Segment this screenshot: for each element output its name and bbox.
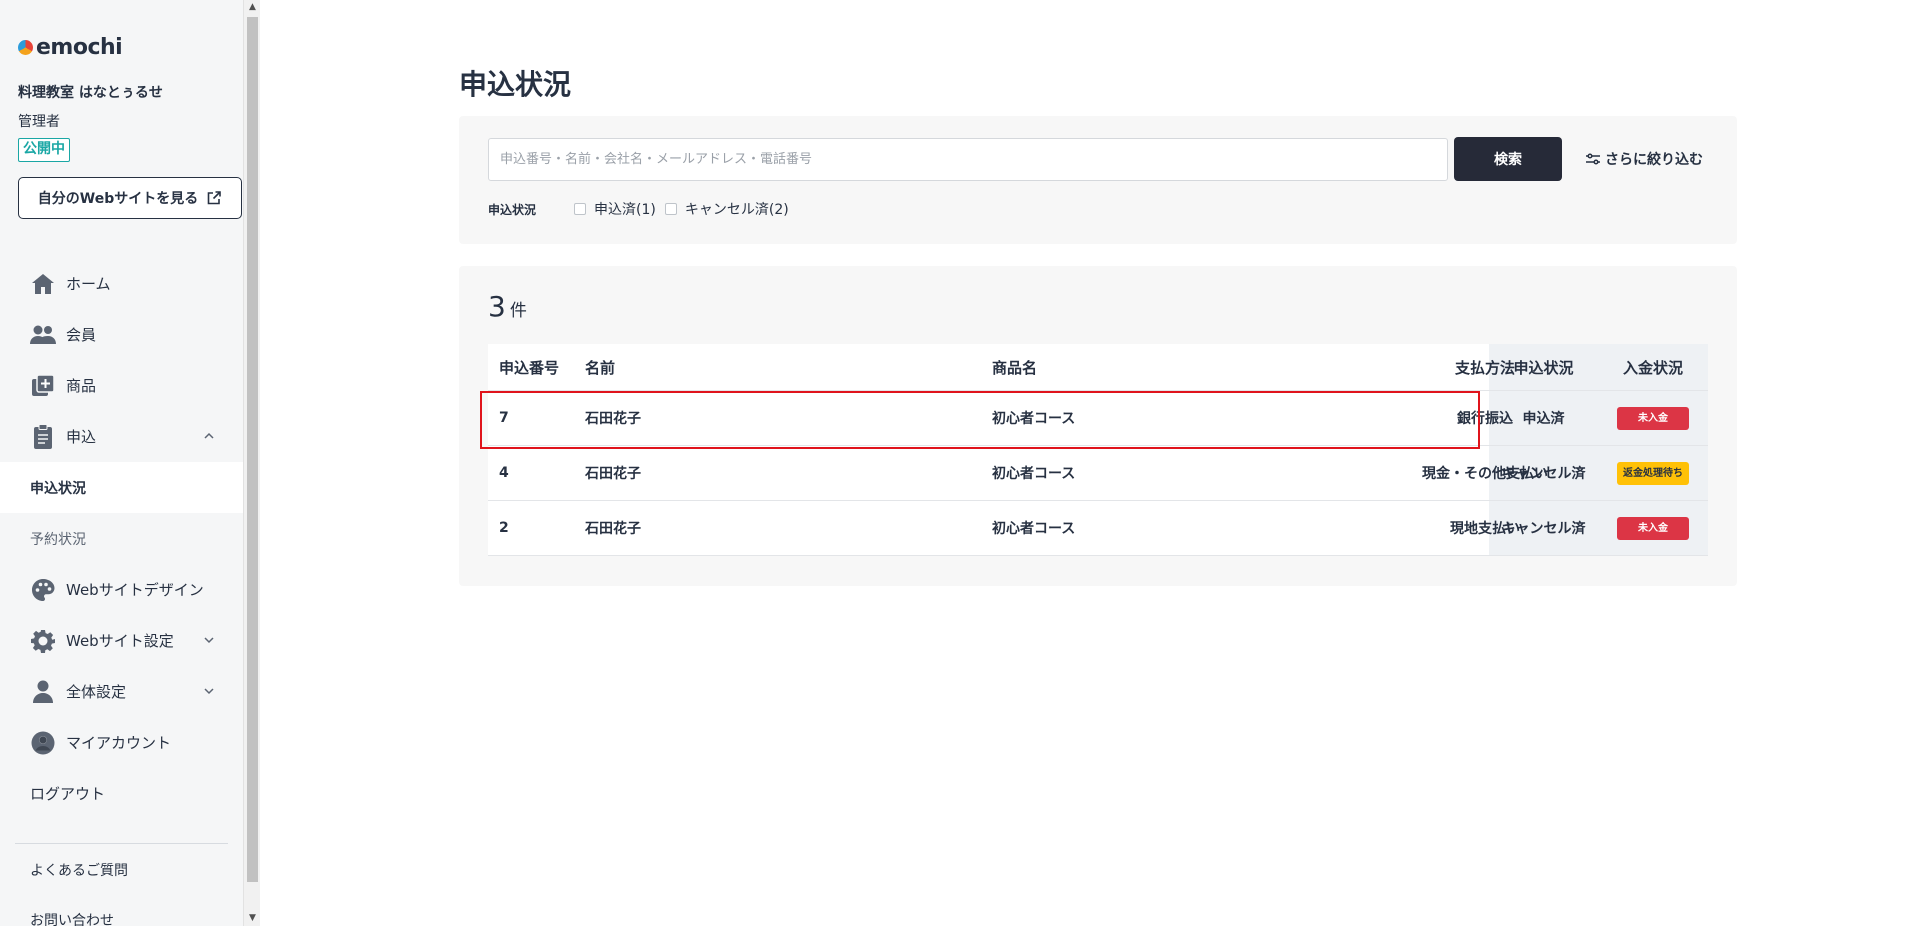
cell-name: 石田花子 xyxy=(585,521,641,537)
sidebar: emochi 料理教室 はなとぅるせ 管理者 公開中 自分のWebサイトを見る … xyxy=(0,0,243,926)
page-title: 申込状況 xyxy=(459,68,572,101)
nav-web-design[interactable]: Webサイトデザイン xyxy=(0,564,243,615)
result-count: 3 件 xyxy=(488,290,527,323)
cell-name: 石田花子 xyxy=(585,466,641,482)
publish-status-badge: 公開中 xyxy=(18,138,70,162)
table-row[interactable]: 7 石田花子 初心者コース 銀行振込 申込済 未入金 xyxy=(488,391,1708,446)
chevron-down-icon[interactable] xyxy=(203,685,215,697)
nav-global-settings[interactable]: 全体設定 xyxy=(0,666,243,717)
nav-members-label: 会員 xyxy=(66,326,97,344)
cell-app-status: 申込済 xyxy=(1522,411,1565,427)
scroll-down-arrow-icon[interactable]: ▼ xyxy=(244,911,261,926)
nav-sub-application-status[interactable]: 申込状況 xyxy=(0,462,243,513)
header-product[interactable]: 商品名 xyxy=(992,357,1037,378)
nav-applications[interactable]: 申込 xyxy=(0,411,243,462)
deposit-status-badge: 未入金 xyxy=(1617,406,1689,430)
cell-id: 4 xyxy=(499,465,509,481)
nav-members[interactable]: 会員 xyxy=(0,309,243,360)
user-role: 管理者 xyxy=(18,114,60,130)
table-row[interactable]: 2 石田花子 初心者コース 現地支払い キャンセル済 未入金 xyxy=(488,501,1708,556)
cell-deposit-status: 未入金 xyxy=(1598,406,1708,430)
cell-product: 初心者コース xyxy=(992,466,1076,482)
nav-products-label: 商品 xyxy=(66,377,97,395)
search-panel: 検索 さらに絞り込む 申込状況 申込済(1) キャンセル済(2) xyxy=(459,116,1737,244)
result-count-unit: 件 xyxy=(509,301,527,321)
nav-web-settings[interactable]: Webサイト設定 xyxy=(0,615,243,666)
deposit-status-badge: 返金処理待ち xyxy=(1617,461,1689,485)
cell-product: 初心者コース xyxy=(992,521,1076,537)
advanced-filter-link[interactable]: さらに絞り込む xyxy=(1585,149,1703,169)
nav-home-label: ホーム xyxy=(66,275,111,293)
palette-icon xyxy=(30,577,56,603)
view-website-button[interactable]: 自分のWebサイトを見る xyxy=(18,177,242,219)
header-app-status[interactable]: 申込状況 xyxy=(1489,357,1598,378)
checkbox-box[interactable] xyxy=(574,203,587,215)
chevron-up-icon[interactable] xyxy=(203,430,215,442)
add-product-icon xyxy=(30,373,56,399)
cell-product: 初心者コース xyxy=(992,411,1076,427)
nav-logout[interactable]: ログアウト xyxy=(0,768,243,819)
scrollbar-thumb[interactable] xyxy=(247,17,258,882)
nav-web-design-label: Webサイトデザイン xyxy=(66,581,204,599)
search-input[interactable] xyxy=(488,138,1448,181)
result-count-number: 3 xyxy=(488,290,506,323)
person-icon xyxy=(30,679,56,705)
nav-web-settings-label: Webサイト設定 xyxy=(66,632,174,650)
sidebar-divider xyxy=(15,843,228,844)
filter-applied-checkbox[interactable]: 申込済(1) xyxy=(574,199,656,219)
contact-link[interactable]: お問い合わせ xyxy=(30,910,114,926)
status-filter-row: 申込状況 申込済(1) キャンセル済(2) xyxy=(488,199,798,219)
status-filter-label: 申込状況 xyxy=(488,202,537,217)
gear-icon xyxy=(30,628,56,654)
nav-my-account-label: マイアカウント xyxy=(66,734,172,752)
applications-table: 申込番号 名前 商品名 支払方法 申込状況 入金状況 7 石田花子 初心者コース… xyxy=(488,344,1708,556)
cell-name: 石田花子 xyxy=(585,411,641,427)
logo-mark-icon xyxy=(18,40,33,55)
external-link-icon xyxy=(207,191,222,205)
account-circle-icon xyxy=(30,730,56,756)
nav-home[interactable]: ホーム xyxy=(0,258,243,309)
table-row[interactable]: 4 石田花子 初心者コース 現金・その他支払い キャンセル済 返金処理待ち xyxy=(488,446,1708,501)
header-name[interactable]: 名前 xyxy=(585,357,615,378)
header-deposit-status[interactable]: 入金状況 xyxy=(1598,357,1708,378)
cell-deposit-status: 未入金 xyxy=(1598,516,1708,540)
cell-id: 7 xyxy=(499,410,509,426)
nav-sub-reservation-status[interactable]: 予約状況 xyxy=(0,513,243,564)
chevron-down-icon[interactable] xyxy=(203,634,215,646)
nav-global-settings-label: 全体設定 xyxy=(66,683,127,701)
cell-app-status: キャンセル済 xyxy=(1501,521,1586,537)
header-id[interactable]: 申込番号 xyxy=(499,357,559,378)
cell-deposit-status: 返金処理待ち xyxy=(1598,461,1708,485)
main-content: 申込状況 検索 さらに絞り込む 申込状況 申込済(1) キャンセル済(2) 3 … xyxy=(260,0,1920,926)
deposit-status-badge: 未入金 xyxy=(1617,516,1689,540)
advanced-filter-label: さらに絞り込む xyxy=(1605,152,1703,168)
search-button[interactable]: 検索 xyxy=(1454,137,1562,181)
filter-cancelled-label: キャンセル済(2) xyxy=(684,202,789,218)
nav-my-account[interactable]: マイアカウント xyxy=(0,717,243,768)
nav-products[interactable]: 商品 xyxy=(0,360,243,411)
view-website-label: 自分のWebサイトを見る xyxy=(37,191,199,207)
faq-link[interactable]: よくあるご質問 xyxy=(30,860,128,880)
logo-text: emochi xyxy=(36,35,123,60)
clipboard-icon xyxy=(30,423,56,450)
filter-sliders-icon xyxy=(1586,153,1600,165)
users-icon xyxy=(30,322,56,348)
table-header-row: 申込番号 名前 商品名 支払方法 申込状況 入金状況 xyxy=(488,344,1708,391)
main-nav: ホーム 会員 商品 申込 申込状況 予約状況 Webサイトデザイン Webサイト… xyxy=(0,258,243,819)
checkbox-box[interactable] xyxy=(664,203,677,215)
cell-id: 2 xyxy=(499,520,509,536)
results-panel: 3 件 申込番号 名前 商品名 支払方法 申込状況 入金状況 7 石田花子 初心… xyxy=(459,266,1737,586)
filter-cancelled-checkbox[interactable]: キャンセル済(2) xyxy=(664,199,789,219)
logo[interactable]: emochi xyxy=(18,35,123,60)
cell-app-status: キャンセル済 xyxy=(1501,466,1586,482)
scroll-up-arrow-icon[interactable]: ▲ xyxy=(244,0,261,15)
filter-applied-label: 申込済(1) xyxy=(594,202,656,218)
sidebar-scrollbar[interactable]: ▲ ▼ xyxy=(243,0,260,926)
home-icon xyxy=(30,271,56,297)
org-name: 料理教室 はなとぅるせ xyxy=(18,85,163,101)
nav-applications-label: 申込 xyxy=(66,428,97,446)
